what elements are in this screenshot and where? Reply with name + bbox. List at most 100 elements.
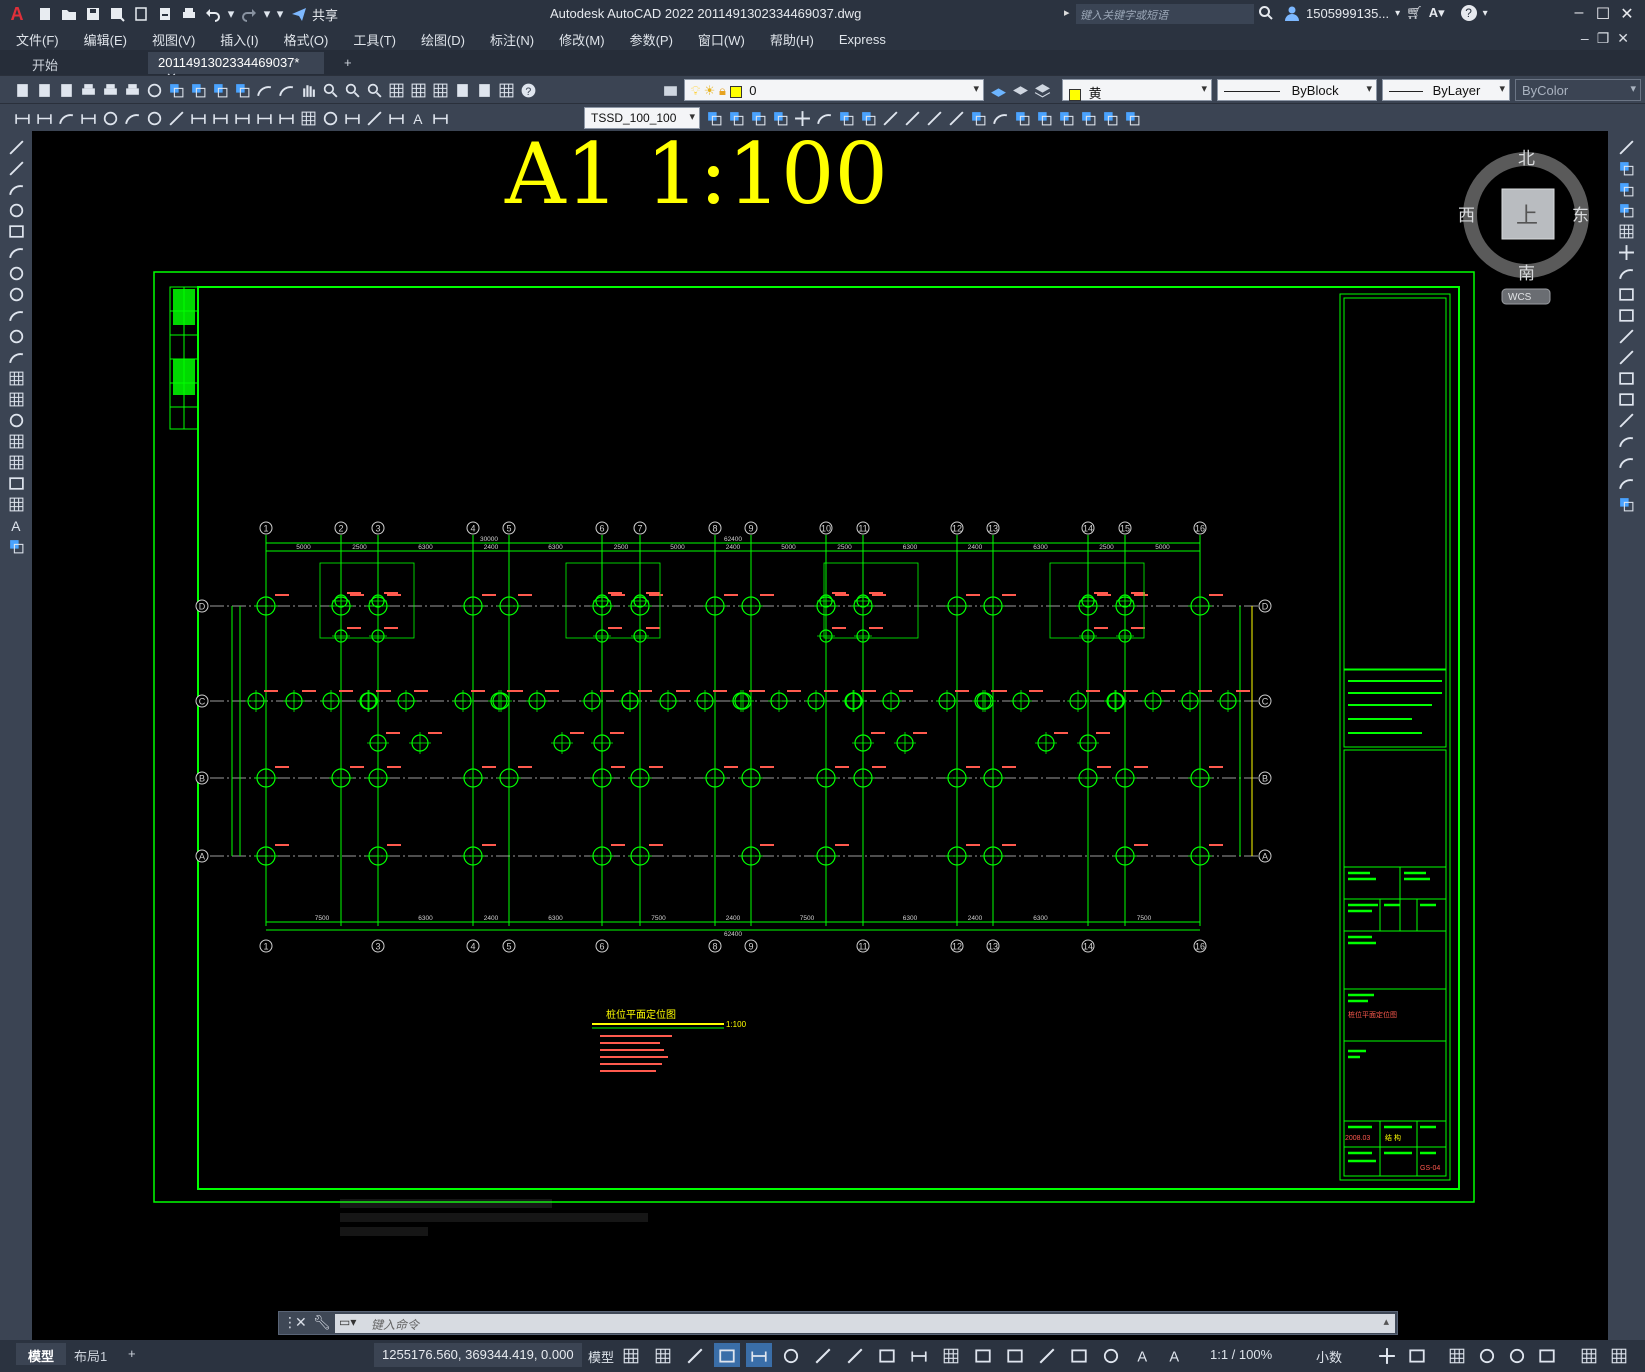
- menu-window[interactable]: 窗口(W): [698, 30, 745, 49]
- tab-start[interactable]: 开始: [22, 52, 142, 74]
- paste-icon[interactable]: [210, 80, 230, 100]
- chamfer-icon[interactable]: [968, 108, 988, 128]
- cut-icon[interactable]: [166, 80, 186, 100]
- new-tab-button[interactable]: +: [334, 52, 360, 74]
- lineweight-dropdown[interactable]: ByLayer ▾: [1382, 79, 1510, 101]
- scale-icon[interactable]: [836, 108, 856, 128]
- copy-icon[interactable]: [188, 80, 208, 100]
- dim-update-icon[interactable]: [430, 108, 450, 128]
- select-similar-icon[interactable]: [1122, 108, 1142, 128]
- properties-icon[interactable]: [386, 80, 406, 100]
- isolate-objects-icon[interactable]: [1474, 1343, 1500, 1367]
- fillet-icon[interactable]: [990, 108, 1010, 128]
- dim-continue-icon[interactable]: [232, 108, 252, 128]
- draw-spline-icon[interactable]: [5, 305, 27, 325]
- command-recent-icon[interactable]: ▭▾: [339, 1315, 356, 1329]
- open-web-icon[interactable]: [130, 3, 152, 25]
- modify-offset-icon[interactable]: [1615, 200, 1637, 220]
- annotation-visibility-icon[interactable]: A: [1130, 1343, 1156, 1367]
- mirror-icon[interactable]: [726, 108, 746, 128]
- dimstyle-dropdown[interactable]: TSSD_100_100 ▾: [584, 107, 700, 129]
- viewcube-north[interactable]: 北: [1518, 149, 1535, 168]
- break-icon[interactable]: [924, 108, 944, 128]
- save-toolbar-icon[interactable]: [56, 80, 76, 100]
- linetype-dropdown[interactable]: ByBlock ▾: [1217, 79, 1377, 101]
- sheet-set-icon[interactable]: [452, 80, 472, 100]
- modify-fillet-icon[interactable]: [1615, 452, 1637, 472]
- lineweight-toggle-icon[interactable]: [906, 1343, 932, 1367]
- inspect-icon[interactable]: [342, 108, 362, 128]
- command-customize-icon[interactable]: 🔧︎: [313, 1314, 331, 1331]
- zoom-realtime-icon[interactable]: [320, 80, 340, 100]
- units-setting[interactable]: 小数: [1312, 1343, 1346, 1367]
- menu-modify[interactable]: 修改(M): [559, 30, 605, 49]
- infer-constraints-icon[interactable]: [682, 1343, 708, 1367]
- make-current-layer-icon[interactable]: [988, 80, 1008, 100]
- dim-diameter-icon[interactable]: [144, 108, 164, 128]
- command-input[interactable]: ▭▾ 键入命令 ▴: [335, 1314, 1395, 1333]
- cad-drawing[interactable]: A1 1:100 桩位平面定位图 2008.03 结 构 GS-04 1234: [32, 131, 1608, 1341]
- grid-toggle-icon[interactable]: [618, 1343, 644, 1367]
- selection-filter-icon[interactable]: [1066, 1343, 1092, 1367]
- hardware-acceleration-icon[interactable]: [1504, 1343, 1530, 1367]
- dim-space-icon[interactable]: [254, 108, 274, 128]
- modify-erase-icon[interactable]: [1615, 137, 1637, 157]
- customize-qat-icon[interactable]: ▾: [274, 3, 286, 25]
- modify-break-at-point-icon[interactable]: [1615, 368, 1637, 388]
- layer-dropdown[interactable]: 💡︎ ☀︎ 🔒︎ 0 ▾: [684, 79, 984, 101]
- plotstyle-dropdown[interactable]: ByColor ▾: [1515, 79, 1641, 101]
- trim-icon[interactable]: [880, 108, 900, 128]
- draworder-icon[interactable]: [1078, 108, 1098, 128]
- modify-scale-icon[interactable]: [1615, 284, 1637, 304]
- stretch-icon[interactable]: [858, 108, 878, 128]
- modify-extend-icon[interactable]: [1615, 347, 1637, 367]
- save-web-icon[interactable]: [154, 3, 176, 25]
- tab-document[interactable]: 2011491302334469037* ✕: [148, 52, 324, 85]
- draw-insert-block-icon[interactable]: [5, 368, 27, 388]
- copy-obj-icon[interactable]: [704, 108, 724, 128]
- drawing-canvas[interactable]: A1 1:100 桩位平面定位图 2008.03 结 构 GS-04 1234: [32, 131, 1608, 1341]
- isolate-icon[interactable]: [1100, 108, 1120, 128]
- modify-explode-icon[interactable]: [1615, 494, 1637, 514]
- publish-icon[interactable]: [122, 80, 142, 100]
- menu-edit[interactable]: 编辑(E): [84, 30, 127, 49]
- redo-toolbar-icon[interactable]: [276, 80, 296, 100]
- ortho-icon[interactable]: [746, 1343, 772, 1367]
- maximize-button[interactable]: ☐: [1590, 4, 1616, 24]
- 3d-osnap-icon[interactable]: [1002, 1343, 1028, 1367]
- draw-line-icon[interactable]: [5, 137, 27, 157]
- group-icon[interactable]: [1034, 108, 1054, 128]
- pan-icon[interactable]: [298, 80, 318, 100]
- quickcalc-icon[interactable]: [496, 80, 516, 100]
- draw-polygon-icon[interactable]: [5, 200, 27, 220]
- new-icon[interactable]: [12, 80, 32, 100]
- modify-move-icon[interactable]: [1615, 242, 1637, 262]
- draw-point-icon[interactable]: [5, 410, 27, 430]
- help-dropdown-icon[interactable]: ▾: [1483, 8, 1488, 19]
- tab-layout1[interactable]: 布局1: [62, 1343, 119, 1365]
- modify-break-icon[interactable]: [1615, 389, 1637, 409]
- design-center-icon[interactable]: [408, 80, 428, 100]
- dynamic-input-icon[interactable]: [714, 1343, 740, 1367]
- save-icon[interactable]: [82, 3, 104, 25]
- menu-dimension[interactable]: 标注(N): [490, 30, 534, 49]
- viewcube-west[interactable]: 西: [1458, 206, 1475, 225]
- quick-dim-icon[interactable]: [188, 108, 208, 128]
- document-window-controls[interactable]: –❐✕: [1581, 30, 1637, 47]
- draw-hatch-icon[interactable]: [5, 431, 27, 451]
- draw-circle-icon[interactable]: [5, 263, 27, 283]
- menu-draw[interactable]: 绘图(D): [421, 30, 465, 49]
- dynamic-ucs-icon[interactable]: [1034, 1343, 1060, 1367]
- undo-dropdown-icon[interactable]: ▾: [226, 3, 236, 25]
- draw-multiline-text-icon[interactable]: A: [5, 515, 27, 535]
- layer-previous-icon[interactable]: [1010, 80, 1030, 100]
- menu-help[interactable]: 帮助(H): [770, 30, 814, 49]
- modify-rotate-icon[interactable]: [1615, 263, 1637, 283]
- dim-aligned-icon[interactable]: [34, 108, 54, 128]
- modify-join-icon[interactable]: [1615, 410, 1637, 430]
- search-input[interactable]: 键入关键字或短语: [1076, 4, 1254, 24]
- menu-format[interactable]: 格式(O): [284, 30, 329, 49]
- cart-icon[interactable]: 🛒︎: [1406, 5, 1423, 21]
- draw-gradient-icon[interactable]: [5, 452, 27, 472]
- object-snap-icon[interactable]: [874, 1343, 900, 1367]
